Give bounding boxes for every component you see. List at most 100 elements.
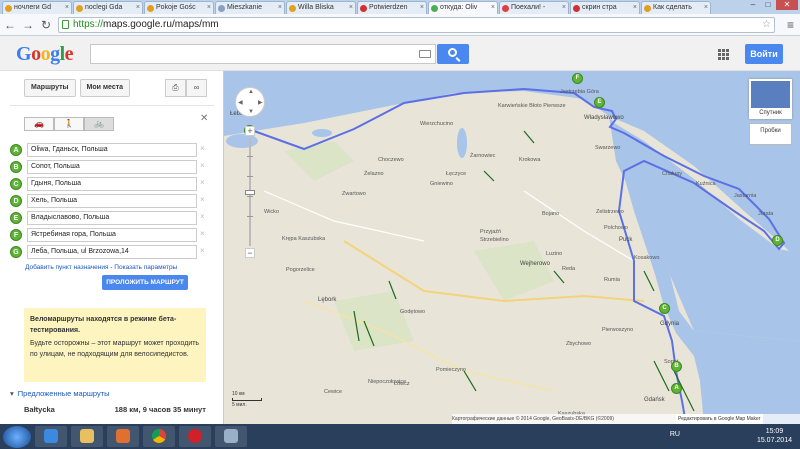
marker-c-icon[interactable]: C <box>10 178 22 190</box>
close-icon[interactable]: ✕ <box>200 113 208 124</box>
maximize-icon[interactable]: □ <box>761 0 775 10</box>
start-button[interactable] <box>3 425 31 448</box>
pan-left-icon[interactable]: ◀ <box>238 99 243 106</box>
close-tab-icon[interactable]: × <box>65 2 69 14</box>
back-icon[interactable]: ← <box>4 18 16 32</box>
pan-right-icon[interactable]: ▶ <box>258 99 263 106</box>
browser-tab[interactable]: Mieszkanie × <box>215 1 285 14</box>
link-icon[interactable]: ∞ <box>186 79 207 97</box>
taskbar-app-media[interactable] <box>107 426 139 447</box>
bookmark-star-icon[interactable]: ☆ <box>762 18 771 32</box>
browser-tab[interactable]: Как сделать × <box>641 1 711 14</box>
browser-tab[interactable]: Willa Bliska × <box>286 1 356 14</box>
marker-g-icon[interactable]: G <box>10 246 22 258</box>
route-marker-b[interactable]: B <box>671 361 682 372</box>
close-tab-icon[interactable]: × <box>349 2 353 14</box>
route-marker-d[interactable]: D <box>772 235 783 246</box>
get-route-button[interactable]: ПРОЛОЖИТЬ МАРШРУТ <box>102 275 188 290</box>
remove-waypoint-icon[interactable]: × <box>200 229 205 238</box>
close-tab-icon[interactable]: × <box>136 2 140 14</box>
waypoint-input[interactable]: Oliwa, Гданьск, Польша <box>27 143 197 157</box>
add-destination-link[interactable]: Добавить пункт назначения <box>25 264 109 271</box>
route-marker-f[interactable]: F <box>572 73 583 84</box>
pan-up-icon[interactable]: ▲ <box>248 89 254 95</box>
browser-tab[interactable]: Potwierdzen × <box>357 1 427 14</box>
print-icon[interactable]: ⎙ <box>165 79 186 97</box>
reload-icon[interactable]: ↻ <box>40 18 52 32</box>
waypoint-input[interactable]: Леба, Польша, ul Brzozowa,14 <box>27 245 197 259</box>
remove-waypoint-icon[interactable]: × <box>200 161 205 170</box>
routes-button[interactable]: Маршруты <box>24 79 76 97</box>
taskbar-app-window[interactable] <box>215 426 247 447</box>
close-window-icon[interactable]: ✕ <box>776 0 798 10</box>
map-canvas[interactable]: Łeba Władysławowo Jastrzębia Góra Karwie… <box>224 71 800 424</box>
close-tab-icon[interactable]: × <box>278 2 282 14</box>
marker-f-icon[interactable]: F <box>10 229 22 241</box>
apps-grid-icon[interactable] <box>718 49 730 61</box>
taskbar-app-opera[interactable] <box>179 426 211 447</box>
forward-icon[interactable]: → <box>22 18 34 32</box>
zoom-out-button[interactable]: − <box>245 248 255 258</box>
pan-control[interactable]: ▲ ▼ ◀ ▶ <box>235 87 265 117</box>
map-graphics <box>224 71 800 424</box>
signin-button[interactable]: Войти <box>745 44 783 64</box>
car-icon[interactable]: 🚗 <box>24 117 54 131</box>
favicon-icon <box>5 5 12 12</box>
google-logo[interactable]: Google <box>16 43 74 66</box>
taskbar-app-ie[interactable] <box>35 426 67 447</box>
close-tab-icon[interactable]: × <box>704 2 708 14</box>
browser-menu-icon[interactable]: ≡ <box>787 18 794 32</box>
traffic-toggle[interactable]: Пробки <box>749 123 792 145</box>
search-button[interactable] <box>437 44 469 64</box>
browser-tab[interactable]: Поехали! - × <box>499 1 569 14</box>
map-maker-link[interactable]: Редактировать в Google Map Maker <box>676 414 763 424</box>
close-tab-icon[interactable]: × <box>491 2 495 14</box>
system-clock[interactable]: 15:09 15.07.2014 <box>757 427 792 445</box>
url-scheme: https:// <box>73 18 104 30</box>
waypoint-input[interactable]: Владыславово, Польша <box>27 211 197 225</box>
waypoint-input[interactable]: Гдыня, Польша <box>27 177 197 191</box>
remove-waypoint-icon[interactable]: × <box>200 195 205 204</box>
taskbar-app-chrome[interactable] <box>143 426 175 447</box>
keyboard-icon[interactable] <box>419 50 431 58</box>
suggested-routes-label: Предложенные маршруты <box>17 389 110 398</box>
minimize-icon[interactable]: – <box>746 0 760 10</box>
pan-down-icon[interactable]: ▼ <box>248 109 254 115</box>
route-marker-a[interactable]: A <box>671 383 682 394</box>
route-marker-e[interactable]: E <box>594 97 605 108</box>
bicycle-icon[interactable]: 🚲 <box>84 117 114 131</box>
close-tab-icon[interactable]: × <box>207 2 211 14</box>
zoom-slider-thumb[interactable] <box>245 190 255 195</box>
url-field[interactable]: https://maps.google.ru/maps/mm ☆ <box>58 16 775 33</box>
browser-tab[interactable]: Pokoje Gośc × <box>144 1 214 14</box>
close-tab-icon[interactable]: × <box>562 2 566 14</box>
suggested-routes-header[interactable]: ▾ Предложенные маршруты <box>10 389 110 398</box>
zoom-in-button[interactable]: + <box>245 126 255 136</box>
marker-a-icon[interactable]: A <box>10 144 22 156</box>
remove-waypoint-icon[interactable]: × <box>200 178 205 187</box>
close-tab-icon[interactable]: × <box>420 2 424 14</box>
taskbar-app-explorer[interactable] <box>71 426 103 447</box>
show-params-link[interactable]: Показать параметры <box>114 264 177 271</box>
satellite-toggle[interactable]: Спутник <box>749 79 792 119</box>
remove-waypoint-icon[interactable]: × <box>200 246 205 255</box>
browser-tab[interactable]: скрин стра × <box>570 1 640 14</box>
route-marker-c[interactable]: C <box>659 303 670 314</box>
marker-d-icon[interactable]: D <box>10 195 22 207</box>
browser-tab[interactable]: noclegi Gda × <box>73 1 143 14</box>
waypoint-input[interactable]: Сопот, Польша <box>27 160 197 174</box>
marker-e-icon[interactable]: E <box>10 212 22 224</box>
browser-tab-active[interactable]: откуда: Oliv × <box>428 1 498 14</box>
close-tab-icon[interactable]: × <box>633 2 637 14</box>
waypoint-input[interactable]: Ястребиная гора, Польша <box>27 228 197 242</box>
marker-b-icon[interactable]: B <box>10 161 22 173</box>
route-option[interactable]: Bałtycka 188 км, 9 часов 35 минут <box>24 405 206 414</box>
remove-waypoint-icon[interactable]: × <box>200 212 205 221</box>
waypoint-input[interactable]: Хель, Польша <box>27 194 197 208</box>
my-places-button[interactable]: Мои места <box>79 79 131 97</box>
remove-waypoint-icon[interactable]: × <box>200 144 205 153</box>
walking-icon[interactable]: 🚶 <box>54 117 84 131</box>
search-input[interactable] <box>90 44 436 64</box>
browser-tab[interactable]: ночлеги Gd × <box>2 1 72 14</box>
language-indicator[interactable]: RU <box>670 431 680 438</box>
